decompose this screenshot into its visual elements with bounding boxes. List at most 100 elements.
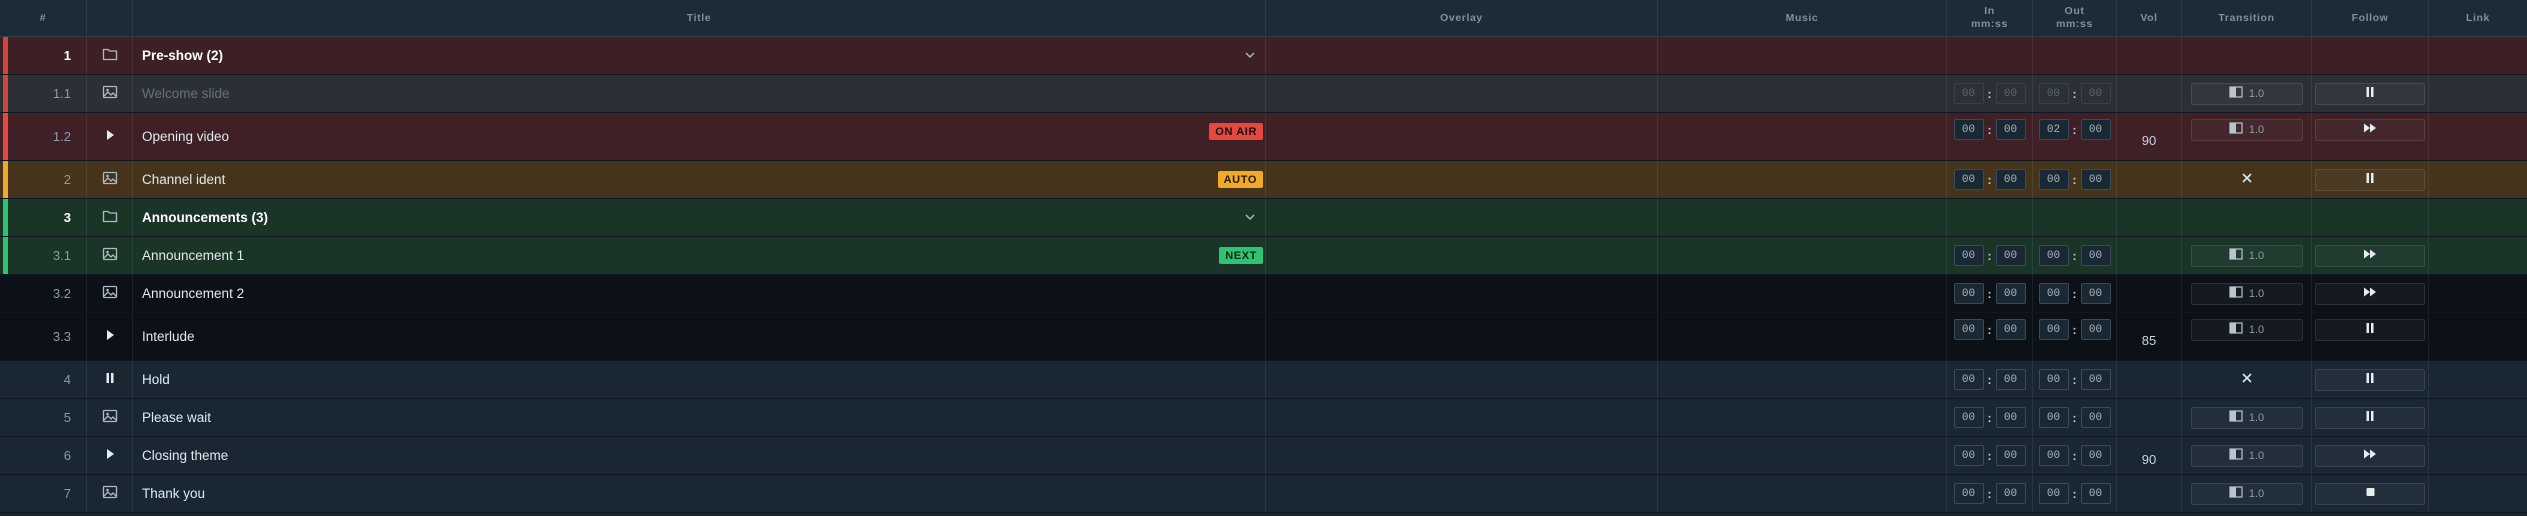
link-cell[interactable]	[2429, 237, 2527, 274]
table-row[interactable]: 2 Channel ident AUTO 00:00 00:00	[0, 161, 2527, 199]
in-seconds-input[interactable]: 00	[1995, 283, 2026, 304]
volume-cell[interactable]	[2117, 475, 2182, 512]
transition-button[interactable]: 1.0	[2190, 318, 2303, 341]
row-title-cell[interactable]: Announcement 1 NEXT	[133, 237, 1266, 274]
volume-cell[interactable]	[2117, 399, 2182, 436]
out-minutes-input[interactable]: 00	[2038, 245, 2069, 266]
follow-button[interactable]	[2315, 282, 2425, 305]
music-cell[interactable]	[1658, 275, 1947, 312]
overlay-cell[interactable]	[1266, 199, 1658, 236]
link-cell[interactable]	[2429, 275, 2527, 312]
in-minutes-input[interactable]: 00	[1953, 445, 1984, 466]
row-title-cell[interactable]: Channel ident AUTO	[133, 161, 1266, 198]
volume-cell[interactable]	[2117, 161, 2182, 198]
in-seconds-input[interactable]: 00	[1995, 245, 2026, 266]
out-minutes-input[interactable]: 00	[2038, 83, 2069, 104]
out-seconds-input[interactable]: 00	[2080, 83, 2111, 104]
table-row[interactable]: 3.3 Interlude 00:00 00:00 85 1.0	[0, 313, 2527, 361]
in-minutes-input[interactable]: 00	[1953, 245, 1984, 266]
column-header-follow[interactable]: Follow	[2312, 0, 2429, 36]
column-header-out[interactable]: Out mm:ss	[2033, 0, 2117, 36]
in-minutes-input[interactable]: 00	[1953, 119, 1984, 140]
column-header-transition[interactable]: Transition	[2182, 0, 2312, 36]
volume-cell[interactable]: 85	[2117, 313, 2182, 360]
column-header-link[interactable]: Link	[2429, 0, 2527, 36]
out-minutes-input[interactable]: 02	[2038, 119, 2069, 140]
overlay-cell[interactable]	[1266, 75, 1658, 112]
volume-cell[interactable]	[2117, 237, 2182, 274]
link-cell[interactable]	[2429, 475, 2527, 512]
row-title-cell[interactable]: Please wait	[133, 399, 1266, 436]
out-minutes-input[interactable]: 00	[2038, 407, 2069, 428]
row-title-cell[interactable]: Interlude	[133, 313, 1266, 360]
column-header-number[interactable]: #	[0, 0, 87, 36]
in-minutes-input[interactable]: 00	[1953, 483, 1984, 504]
music-cell[interactable]	[1658, 437, 1947, 474]
volume-cell[interactable]	[2117, 361, 2182, 398]
volume-cell[interactable]	[2117, 37, 2182, 74]
follow-button[interactable]	[2315, 482, 2425, 505]
overlay-cell[interactable]	[1266, 113, 1658, 160]
in-seconds-input[interactable]: 00	[1995, 407, 2026, 428]
volume-cell[interactable]: 90	[2117, 113, 2182, 160]
volume-cell[interactable]: 90	[2117, 437, 2182, 474]
music-cell[interactable]	[1658, 37, 1947, 74]
in-seconds-input[interactable]: 00	[1995, 369, 2026, 390]
group-row[interactable]: 3 Announcements (3)	[0, 199, 2527, 237]
chevron-down-icon[interactable]	[1243, 48, 1257, 62]
row-title-cell[interactable]: Thank you	[133, 475, 1266, 512]
row-title-cell[interactable]: Hold	[133, 361, 1266, 398]
link-cell[interactable]	[2429, 199, 2527, 236]
music-cell[interactable]	[1658, 361, 1947, 398]
out-seconds-input[interactable]: 00	[2080, 245, 2111, 266]
column-header-volume[interactable]: Vol	[2117, 0, 2182, 36]
link-cell[interactable]	[2429, 399, 2527, 436]
in-seconds-input[interactable]: 00	[1995, 119, 2026, 140]
transition-button[interactable]	[2191, 369, 2303, 391]
music-cell[interactable]	[1658, 237, 1947, 274]
out-minutes-input[interactable]: 00	[2038, 483, 2069, 504]
row-title-cell[interactable]: Announcement 2	[133, 275, 1266, 312]
in-minutes-input[interactable]: 00	[1953, 369, 1984, 390]
group-row[interactable]: 1 Pre-show (2)	[0, 37, 2527, 75]
transition-button[interactable]	[2191, 169, 2303, 191]
transition-button[interactable]: 1.0	[2190, 244, 2303, 267]
in-seconds-input[interactable]: 00	[1995, 319, 2026, 340]
link-cell[interactable]	[2429, 361, 2527, 398]
table-row[interactable]: 7 Thank you 00:00 00:00 1.0	[0, 475, 2527, 513]
out-minutes-input[interactable]: 00	[2038, 319, 2069, 340]
music-cell[interactable]	[1658, 313, 1947, 360]
overlay-cell[interactable]	[1266, 161, 1658, 198]
chevron-down-icon[interactable]	[1243, 210, 1257, 224]
volume-cell[interactable]	[2117, 199, 2182, 236]
out-seconds-input[interactable]: 00	[2080, 319, 2111, 340]
overlay-cell[interactable]	[1266, 361, 1658, 398]
table-row[interactable]: 1.1 Welcome slide 00:00 00:00 1.0	[0, 75, 2527, 113]
in-minutes-input[interactable]: 00	[1953, 83, 1984, 104]
music-cell[interactable]	[1658, 161, 1947, 198]
in-minutes-input[interactable]: 00	[1953, 407, 1984, 428]
out-minutes-input[interactable]: 00	[2038, 445, 2069, 466]
row-title-cell[interactable]: Announcements (3)	[133, 199, 1266, 236]
in-seconds-input[interactable]: 00	[1995, 169, 2026, 190]
music-cell[interactable]	[1658, 199, 1947, 236]
out-seconds-input[interactable]: 00	[2080, 483, 2111, 504]
column-header-title[interactable]: Title	[133, 0, 1266, 36]
follow-button[interactable]	[2315, 406, 2425, 429]
link-cell[interactable]	[2429, 437, 2527, 474]
in-minutes-input[interactable]: 00	[1953, 283, 1984, 304]
table-row[interactable]: 5 Please wait 00:00 00:00 1.0	[0, 399, 2527, 437]
row-title-cell[interactable]: Opening video ON AIR	[133, 113, 1266, 160]
link-cell[interactable]	[2429, 313, 2527, 360]
column-header-music[interactable]: Music	[1658, 0, 1947, 36]
table-row[interactable]: 1.2 Opening video ON AIR 00:00 02:00 90 1.0	[0, 113, 2527, 161]
out-seconds-input[interactable]: 00	[2080, 169, 2111, 190]
transition-button[interactable]: 1.0	[2190, 82, 2303, 105]
overlay-cell[interactable]	[1266, 37, 1658, 74]
table-row[interactable]: 3.2 Announcement 2 00:00 00:00 1.0	[0, 275, 2527, 313]
transition-button[interactable]: 1.0	[2190, 406, 2303, 429]
follow-button[interactable]	[2315, 168, 2425, 191]
link-cell[interactable]	[2429, 161, 2527, 198]
volume-cell[interactable]	[2117, 75, 2182, 112]
link-cell[interactable]	[2429, 37, 2527, 74]
